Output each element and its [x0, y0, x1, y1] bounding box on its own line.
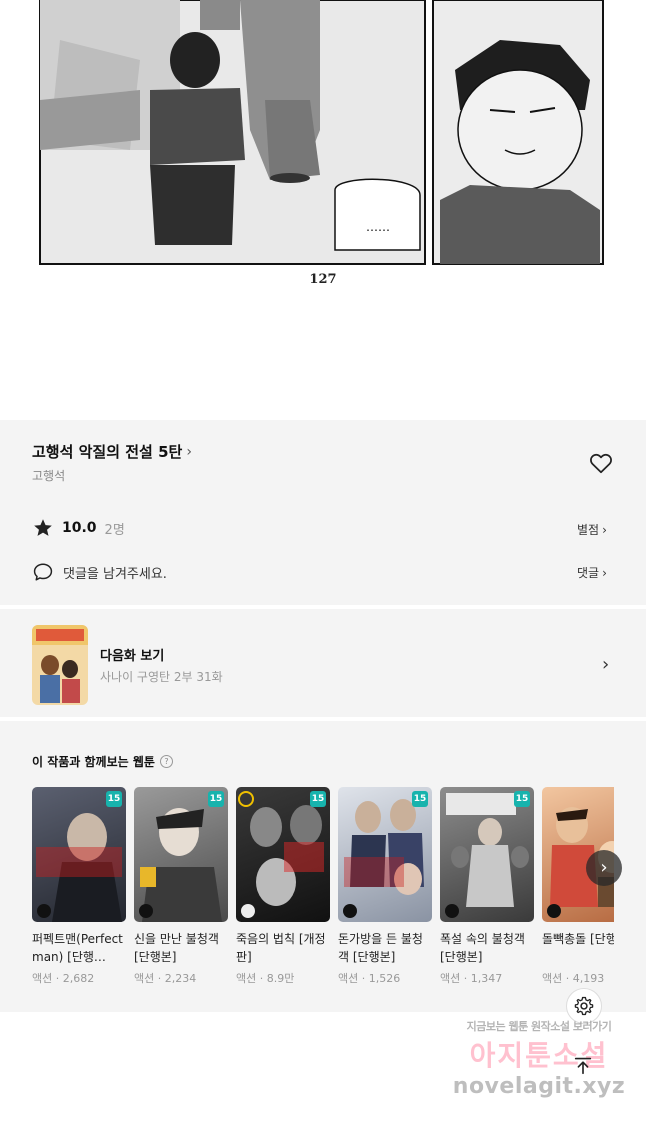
recommend-name: 신을 만난 불청객 [단행본] [134, 932, 219, 964]
recommend-thumbnail: 15 [32, 787, 126, 922]
watermark-logo: 지금보는 웹툰 원작소설 보러가기 아지툰소설 novelagit.xyz [444, 1018, 634, 1108]
comment-placeholder: 댓글을 남겨주세요. [63, 566, 167, 582]
gear-icon [574, 996, 594, 1016]
age-rating-badge: 15 [106, 791, 122, 807]
recommend-carousel[interactable]: 15 퍼펙트맨(Perfect man) [단행… 액션 · 2,682 15 … [32, 787, 614, 997]
work-title: 고행석 악질의 전설 5탄 [32, 443, 183, 461]
rating-link-label: 별점 [577, 523, 600, 537]
recommend-name: 폭설 속의 불청객 [단행본] [440, 932, 525, 964]
rating-summary: 10.0 2명 [32, 517, 125, 539]
age-rating-badge: 15 [412, 791, 428, 807]
carousel-next-button[interactable]: › [586, 850, 622, 886]
comment-link[interactable]: 댓글 › [577, 564, 607, 581]
heart-icon[interactable] [588, 450, 614, 476]
arrow-up-icon [574, 1057, 592, 1075]
comment-link-label: 댓글 [577, 566, 600, 580]
watermark-brand: 아지툰소설 [469, 1039, 609, 1072]
next-episode-title: 사나이 구영탄 2부 31화 [100, 670, 223, 684]
recommend-title: 이 작품과 함께보는 웹툰 [32, 755, 155, 769]
next-episode-thumbnail [32, 625, 88, 705]
age-rating-badge: 15 [208, 791, 224, 807]
rating-link[interactable]: 별점 › [577, 521, 607, 538]
recommend-heading: 이 작품과 함께보는 웹툰 ? [32, 753, 173, 770]
recommend-name: 돈가방을 든 불청객 [단행본] [338, 932, 423, 964]
watermark-tagline: 지금보는 웹툰 원작소설 보러가기 [466, 1020, 612, 1033]
next-episode-label: 다음화 보기 [100, 649, 165, 664]
recommend-meta: 액션 · 1,347 [440, 972, 503, 985]
recommend-thumbnail: 15 [338, 787, 432, 922]
recommend-thumbnail: 15 [440, 787, 534, 922]
recommend-item[interactable]: 15 돌빽총돌 [단행본] 액션 · 4,193 [542, 787, 614, 986]
work-title-link[interactable]: 고행석 악질의 전설 5탄 › [32, 441, 192, 462]
scroll-top-button[interactable] [566, 1048, 600, 1082]
chevron-right-icon: › [602, 522, 607, 537]
recommend-meta: 액션 · 1,526 [338, 972, 401, 985]
recommend-meta: 액션 · 2,234 [134, 972, 197, 985]
watermark-url: novelagit.xyz [452, 1074, 626, 1099]
recommend-name: 퍼펙트맨(Perfect man) [단행… [32, 932, 123, 964]
recommend-item[interactable]: 15 죽음의 법칙 [개정판] 액션 · 8.9만 [236, 787, 330, 986]
age-rating-badge: 15 [310, 791, 326, 807]
speech-bubble-icon [33, 563, 53, 581]
rating-count: 2명 [104, 522, 125, 538]
speech-bubble-text: …… [366, 220, 390, 234]
comic-illustration: …… [0, 0, 646, 420]
rating-score: 10.0 [62, 520, 97, 536]
recommend-item[interactable]: 15 돈가방을 든 불청객 [단행본] 액션 · 1,526 [338, 787, 432, 986]
comic-page: …… 127 [0, 0, 646, 420]
star-icon [34, 519, 52, 536]
page-number: 127 [309, 272, 337, 287]
recommend-item[interactable]: 15 퍼펙트맨(Perfect man) [단행… 액션 · 2,682 [32, 787, 126, 986]
divider [0, 717, 646, 721]
recommend-name: 죽음의 법칙 [개정판] [236, 932, 326, 964]
age-rating-badge: 15 [514, 791, 530, 807]
chevron-right-icon: › [186, 443, 192, 460]
author-name: 고행석 [32, 469, 66, 483]
recommend-item[interactable]: 15 폭설 속의 불청객 [단행본] 액션 · 1,347 [440, 787, 534, 986]
recommend-name: 돌빽총돌 [단행본] [542, 932, 614, 946]
recommend-item[interactable]: 15 신을 만난 불청객 [단행본] 액션 · 2,234 [134, 787, 228, 986]
chevron-right-icon: › [602, 654, 610, 675]
comment-input[interactable]: 댓글을 남겨주세요. [32, 561, 167, 583]
recommend-meta: 액션 · 8.9만 [236, 972, 295, 985]
chevron-right-icon: › [602, 565, 607, 580]
help-icon[interactable]: ? [159, 755, 173, 768]
recommend-thumbnail: 15 [134, 787, 228, 922]
recommend-meta: 액션 · 4,193 [542, 972, 605, 985]
divider [0, 605, 646, 609]
recommend-meta: 액션 · 2,682 [32, 972, 95, 985]
recommend-thumbnail: 15 [236, 787, 330, 922]
